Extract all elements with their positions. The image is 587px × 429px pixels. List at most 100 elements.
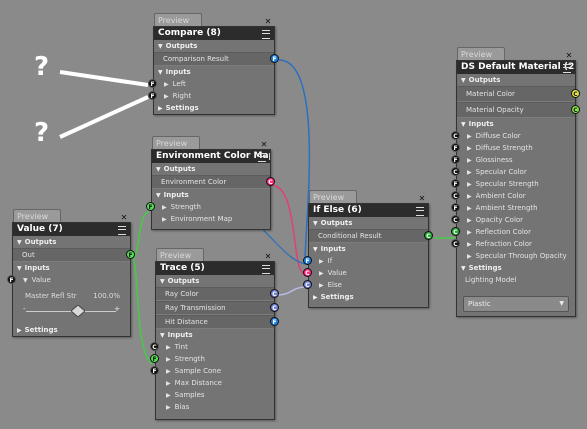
input-sample-cone[interactable]: ▶ Sample Cone F [150, 365, 274, 377]
preview-tab[interactable]: Preview [13, 209, 61, 222]
output-material-opacity[interactable]: Material Opacity C [457, 102, 580, 118]
close-icon[interactable]: ✕ [418, 195, 426, 203]
close-icon[interactable]: ✕ [120, 214, 128, 222]
input-value[interactable]: ▶ Value C [303, 267, 428, 279]
color-port-icon[interactable]: C [270, 289, 279, 298]
input-refraction-color[interactable]: ▶ Refraction Color C [451, 238, 575, 250]
preview-tab[interactable]: Preview [154, 13, 202, 26]
color-port-icon[interactable]: C [451, 227, 460, 236]
node-title[interactable]: Environment Color Map ( [152, 150, 270, 163]
input-max-distance[interactable]: ▶ Max Distance [156, 377, 274, 389]
float-port-icon[interactable]: F [270, 317, 279, 326]
float-port-icon[interactable]: F [451, 179, 460, 188]
menu-icon[interactable] [262, 265, 270, 274]
inputs-section[interactable]: ▼ Inputs [13, 262, 130, 274]
output-hit-distance[interactable]: Hit Distance F [156, 315, 279, 329]
outputs-section[interactable]: ▼ Outputs [309, 217, 428, 229]
output-out[interactable]: Out F [13, 248, 135, 262]
outputs-section[interactable]: ▼ Outputs [457, 74, 575, 86]
float-port-icon[interactable]: F [126, 250, 135, 259]
color-port-icon[interactable]: C [303, 268, 312, 277]
input-tint[interactable]: ▶ Tint C [150, 341, 274, 353]
float-port-icon[interactable]: F [150, 354, 159, 363]
inputs-section[interactable]: ▼ Inputs [152, 189, 270, 201]
menu-icon[interactable] [262, 30, 270, 39]
outputs-section[interactable]: ▼ Outputs [13, 236, 130, 248]
color-port-icon[interactable]: C [451, 239, 460, 248]
input-left[interactable]: ▶ Left F [148, 78, 274, 90]
preview-tab[interactable]: Preview [309, 190, 357, 203]
node-title[interactable]: Value (7) [13, 223, 130, 236]
lighting-model-select[interactable]: Plastic ▼ [463, 296, 569, 312]
trace-node[interactable]: Preview Trace (5) ✕ ▼ Outputs Ray Color C… [150, 248, 279, 420]
settings-section[interactable]: ▶ Settings [13, 324, 130, 336]
slider-plus[interactable]: + [114, 305, 120, 313]
output-ray-transmission[interactable]: Ray Transmission C [156, 301, 279, 315]
inputs-section[interactable]: ▼ Inputs [309, 243, 428, 255]
inputs-section[interactable]: ▼ Inputs [154, 66, 274, 78]
value-node[interactable]: Preview Value (7) ✕ ▼ Outputs Out F ▼ Inpu… [7, 209, 135, 337]
menu-icon[interactable] [258, 153, 266, 162]
input-strength[interactable]: ▶ Strength F [150, 353, 274, 365]
color-port-icon[interactable]: C [571, 89, 580, 98]
color-port-icon[interactable]: C [451, 167, 460, 176]
settings-section[interactable]: ▼ Settings [457, 262, 575, 274]
close-icon[interactable]: ✕ [260, 141, 268, 149]
input-reflection-color[interactable]: ▶ Reflection Color C [451, 226, 575, 238]
master-refl-str-slider[interactable]: Master Refl Str 100.0% - + [13, 286, 130, 324]
float-port-icon[interactable]: F [148, 79, 157, 88]
settings-section[interactable]: ▶ Settings [154, 102, 274, 114]
compare-node[interactable]: Preview Compare (8) ✕ ▼ Outputs Compariso… [148, 13, 279, 115]
input-value[interactable]: ▼ Value F [7, 274, 130, 286]
input-if[interactable]: ▶ If F [303, 255, 428, 267]
input-samples[interactable]: ▶ Samples [156, 389, 274, 401]
preview-tab[interactable]: Preview [156, 248, 204, 261]
node-title[interactable]: Trace (5) [156, 262, 274, 275]
output-ray-color[interactable]: Ray Color C [156, 287, 279, 301]
color-port-icon[interactable]: C [303, 280, 312, 289]
color-port-icon[interactable]: C [571, 105, 580, 114]
slider-knob-icon[interactable] [71, 305, 85, 317]
menu-icon[interactable] [118, 226, 126, 235]
input-opacity-color[interactable]: ▶ Opacity Color C [451, 214, 575, 226]
input-strength[interactable]: ▶ Strength F [146, 201, 270, 213]
preview-tab[interactable]: Preview [457, 47, 505, 60]
settings-section[interactable]: ▶ Settings [309, 291, 428, 303]
float-port-icon[interactable]: F [451, 143, 460, 152]
float-port-icon[interactable]: F [451, 155, 460, 164]
color-port-icon[interactable]: C [424, 231, 433, 240]
menu-icon[interactable] [563, 64, 571, 73]
float-port-icon[interactable]: F [303, 256, 312, 265]
output-material-color[interactable]: Material Color C [457, 86, 580, 102]
ds-default-material-node[interactable]: Preview DS Default Material (2) ✕ ▼ Outpu… [451, 47, 580, 317]
input-else[interactable]: ▶ Else C [303, 279, 428, 291]
float-port-icon[interactable]: F [148, 91, 157, 100]
close-icon[interactable]: ✕ [565, 52, 573, 60]
close-icon[interactable]: ✕ [264, 18, 272, 26]
float-port-icon[interactable]: F [150, 366, 159, 375]
output-conditional-result[interactable]: Conditional Result C [309, 229, 433, 243]
color-port-icon[interactable]: C [270, 303, 279, 312]
if-else-node[interactable]: Preview If Else (6) ✕ ▼ Outputs Condition… [303, 190, 433, 308]
color-port-icon[interactable]: C [451, 131, 460, 140]
input-bias[interactable]: ▶ Bias [156, 401, 274, 413]
input-diffuse-strength[interactable]: ▶ Diffuse Strength F [451, 142, 575, 154]
outputs-section[interactable]: ▼ Outputs [152, 163, 270, 175]
output-comparison-result[interactable]: Comparison Result F [154, 52, 279, 66]
input-specular-strength[interactable]: ▶ Specular Strength F [451, 178, 575, 190]
input-specular-through-opacity[interactable]: ▶ Specular Through Opacity [457, 250, 575, 262]
inputs-section[interactable]: ▼ Inputs [156, 329, 274, 341]
color-port-icon[interactable]: C [451, 191, 460, 200]
node-title[interactable]: If Else (6) [309, 204, 428, 217]
menu-icon[interactable] [416, 207, 424, 216]
input-ambient-strength[interactable]: ▶ Ambient Strength F [451, 202, 575, 214]
color-port-icon[interactable]: C [451, 215, 460, 224]
input-ambient-color[interactable]: ▶ Ambient Color C [451, 190, 575, 202]
outputs-section[interactable]: ▼ Outputs [154, 40, 274, 52]
input-glossiness[interactable]: ▶ Glossiness F [451, 154, 575, 166]
output-environment-color[interactable]: Environment Color C [152, 175, 275, 189]
float-port-icon[interactable]: F [270, 54, 279, 63]
float-port-icon[interactable]: F [146, 202, 155, 211]
node-title[interactable]: DS Default Material (2) [457, 61, 575, 74]
input-diffuse-color[interactable]: ▶ Diffuse Color C [451, 130, 575, 142]
